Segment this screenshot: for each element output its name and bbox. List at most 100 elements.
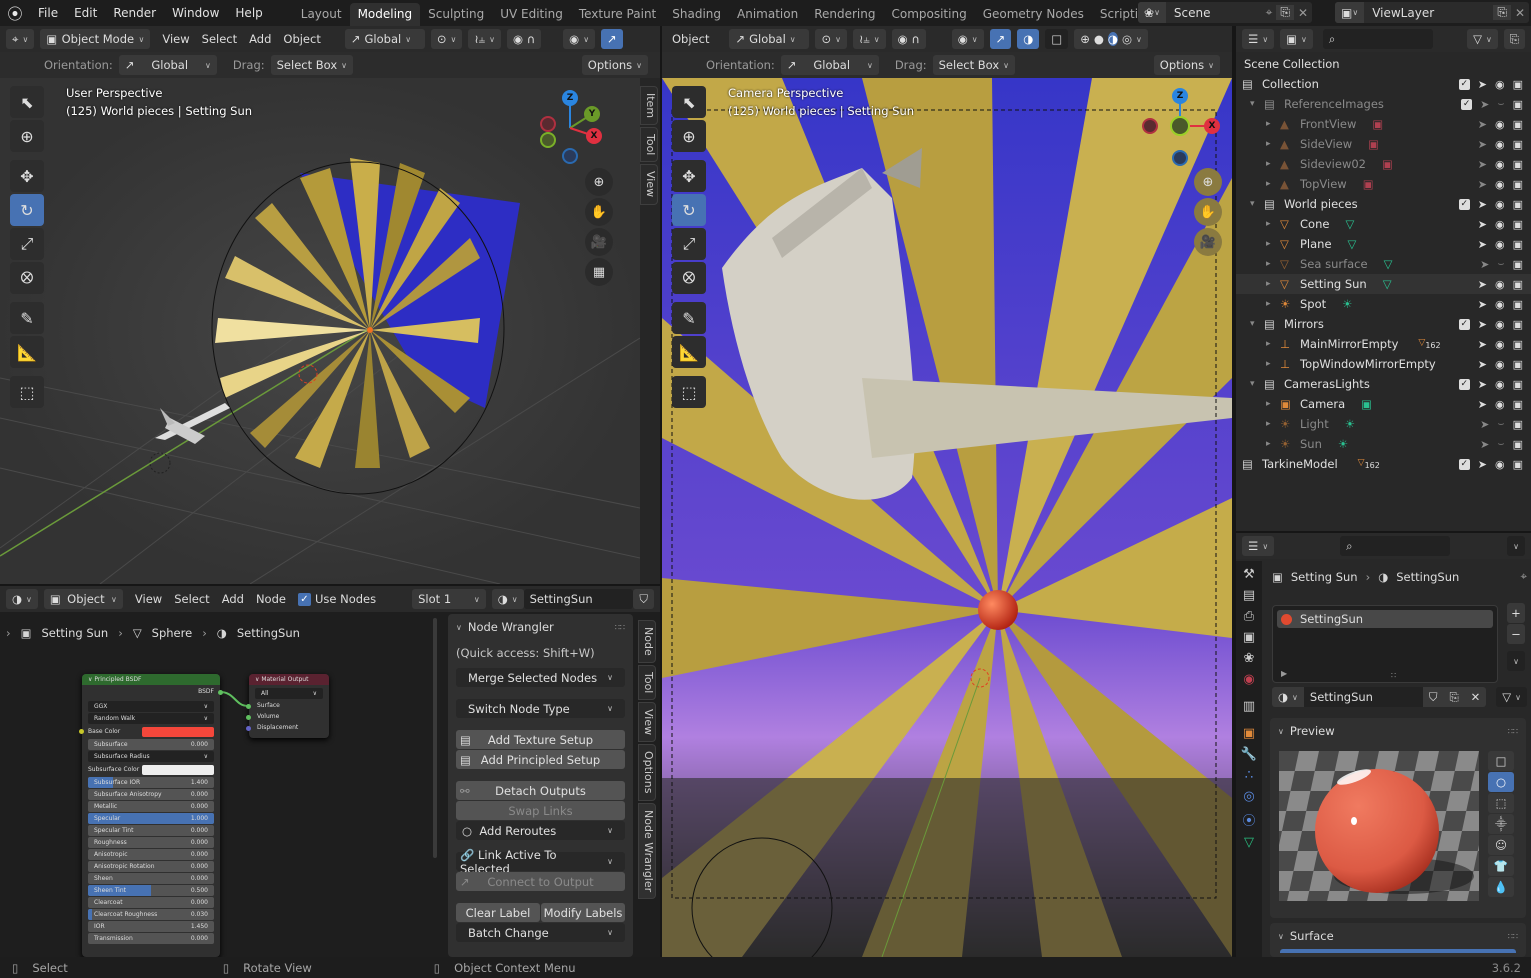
- use-nodes-checkbox[interactable]: ✓ Use Nodes: [297, 592, 376, 606]
- view-layer-tab-icon[interactable]: ▣: [1243, 630, 1255, 645]
- slot-specials-button[interactable]: ∨: [1507, 651, 1525, 671]
- eye-icon[interactable]: ◉: [1495, 278, 1505, 291]
- input-socket[interactable]: [246, 715, 251, 720]
- image-data-icon[interactable]: ▣: [1372, 117, 1383, 131]
- light-data-icon[interactable]: ☀: [1342, 297, 1352, 311]
- outliner-item-name[interactable]: Sea surface: [1300, 257, 1368, 271]
- pan-hand-icon[interactable]: ✋: [1194, 198, 1222, 226]
- expand-icon[interactable]: ▶: [1281, 669, 1287, 678]
- gizmo-z-axis[interactable]: Z: [562, 90, 578, 106]
- tab-node-wrangler[interactable]: Node Wrangler: [638, 802, 656, 899]
- exclude-checkbox[interactable]: ✓: [1458, 318, 1470, 330]
- modify-labels-button[interactable]: Modify Labels: [541, 903, 625, 922]
- tab-tool[interactable]: Tool: [640, 127, 658, 163]
- eye-closed-icon[interactable]: ⌣: [1497, 417, 1504, 431]
- bsdf-field[interactable]: Anisotropic 0.000: [88, 849, 214, 860]
- eye-icon[interactable]: ◉: [1495, 378, 1505, 391]
- view-layer-filter-button[interactable]: ▣ ∨: [1280, 29, 1313, 49]
- gizmo-toggle-button-right[interactable]: ↗: [989, 29, 1012, 49]
- menu-view[interactable]: View: [135, 592, 162, 606]
- menu-view[interactable]: View: [162, 32, 189, 46]
- outliner-item-name[interactable]: Light: [1300, 417, 1329, 431]
- remove-slot-button[interactable]: −: [1507, 624, 1525, 644]
- rendered-shading-icon[interactable]: ◎: [1122, 32, 1132, 46]
- new-view-layer-icon[interactable]: ⎘: [1493, 5, 1511, 20]
- gizmo-toggle-button[interactable]: ↗: [601, 29, 623, 49]
- wireframe-shading-icon[interactable]: ⊕: [1080, 32, 1090, 46]
- render-camera-icon[interactable]: ▣: [1513, 358, 1523, 371]
- material-slot-item[interactable]: SettingSun: [1277, 610, 1493, 628]
- selectable-icon[interactable]: ➤: [1480, 438, 1489, 451]
- tab-layout[interactable]: Layout: [293, 3, 350, 26]
- eye-icon[interactable]: ◉: [1495, 218, 1505, 231]
- eye-icon[interactable]: ◉: [1495, 398, 1505, 411]
- bsdf-field[interactable]: Clearcoat Roughness 0.030: [88, 909, 214, 920]
- image-data-icon[interactable]: ▣: [1363, 177, 1374, 191]
- new-scene-icon[interactable]: ⎘: [1276, 5, 1294, 20]
- slot-dropdown[interactable]: Slot 1 ∨: [412, 589, 486, 609]
- exclude-checkbox[interactable]: ✓: [1458, 378, 1470, 390]
- tab-animation[interactable]: Animation: [729, 3, 806, 26]
- material-name-field[interactable]: SettingSun: [523, 589, 634, 609]
- child-count-badge[interactable]: ▽162: [1418, 338, 1440, 350]
- gizmo-y-axis[interactable]: Y: [584, 106, 600, 122]
- visibility-button[interactable]: ◉ ∨: [563, 29, 596, 49]
- outliner-row[interactable]: ▸ ▲ FrontView ▣ ➤ ◉ ▣: [1236, 114, 1531, 134]
- bsdf-field[interactable]: Anisotropic Rotation 0.000: [88, 861, 214, 872]
- preview-monkey-icon[interactable]: ☺: [1488, 835, 1514, 855]
- exclude-checkbox[interactable]: ✓: [1458, 458, 1470, 470]
- blender-logo-icon[interactable]: ⦿: [0, 3, 30, 24]
- outliner-item-name[interactable]: FrontView: [1300, 117, 1356, 131]
- expand-icon[interactable]: ▸: [1266, 299, 1280, 309]
- scene-selector[interactable]: ❀ ∨ Scene ⌖ ⎘ ✕: [1138, 2, 1312, 23]
- selectable-icon[interactable]: ➤: [1478, 218, 1487, 231]
- cursor-tool[interactable]: ⊕: [672, 120, 706, 152]
- camera-data-icon[interactable]: ▣: [1361, 397, 1372, 411]
- tool-tab-icon[interactable]: ⚒: [1243, 567, 1255, 582]
- selectable-icon[interactable]: ➤: [1478, 198, 1487, 211]
- distribution-dropdown[interactable]: GGX ∨: [88, 701, 214, 712]
- bsdf-field[interactable]: Specular Tint 0.000: [88, 825, 214, 836]
- scene-collection-row[interactable]: Scene Collection: [1236, 54, 1531, 74]
- menu-help[interactable]: Help: [227, 6, 270, 20]
- tab-shading[interactable]: Shading: [664, 3, 729, 26]
- render-camera-icon[interactable]: ▣: [1513, 398, 1523, 411]
- viewport-left[interactable]: ⬉ ⊕ ✥ ↻ ⤢ ⭙ ✎ 📐 ⬚ User Perspective (125)…: [0, 78, 660, 584]
- expand-icon[interactable]: ▸: [1266, 279, 1280, 289]
- view-layer-icon[interactable]: ▣ ∨: [1335, 2, 1365, 23]
- outliner-item-name[interactable]: CamerasLights: [1284, 377, 1370, 391]
- pan-hand-icon[interactable]: ✋: [585, 198, 613, 226]
- eye-icon[interactable]: ◉: [1495, 238, 1505, 251]
- new-collection-button[interactable]: ⎘: [1503, 29, 1525, 49]
- mesh-data-icon[interactable]: ▽: [1383, 277, 1392, 291]
- snap-button-right[interactable]: ≀⫨ ∨: [852, 29, 886, 49]
- subsurface-color-swatch[interactable]: [142, 764, 214, 775]
- input-socket[interactable]: [79, 729, 84, 734]
- tab-view[interactable]: View: [638, 702, 656, 743]
- select-box-tool[interactable]: ⬉: [10, 86, 44, 118]
- render-camera-icon[interactable]: ▣: [1513, 418, 1523, 431]
- bsdf-field[interactable]: Clearcoat 0.000: [88, 897, 214, 908]
- eye-icon[interactable]: ◉: [1495, 358, 1505, 371]
- outliner-row[interactable]: ▤ TarkineModel ▽162 ✓ ➤ ◉ ▣: [1236, 454, 1531, 474]
- drag-handle-icon[interactable]: ∷∷: [615, 623, 625, 632]
- link-type-button[interactable]: ▽ ∨: [1496, 687, 1527, 707]
- outliner-row[interactable]: ▸ ▽ Plane ▽ ➤ ◉ ▣: [1236, 234, 1531, 254]
- drag-dropdown-right[interactable]: Select Box ∨: [932, 55, 1015, 75]
- eye-closed-icon[interactable]: ⌣: [1497, 437, 1504, 451]
- editor-type-button[interactable]: ☰ ∨: [1242, 536, 1275, 556]
- cursor-tool[interactable]: ⊕: [10, 120, 44, 152]
- outliner-item-name[interactable]: Camera: [1300, 397, 1345, 411]
- batch-change-dropdown[interactable]: Batch Change ∨: [456, 923, 625, 942]
- preview-header[interactable]: ∨ Preview ∷∷: [1270, 718, 1526, 744]
- camera-view-icon[interactable]: 🎥: [585, 228, 613, 256]
- shading-modes[interactable]: ⊕ ● ◑ ◎ ∨: [1074, 29, 1148, 49]
- tab-sculpting[interactable]: Sculpting: [420, 3, 492, 26]
- duplicate-material-icon[interactable]: ⎘: [1443, 687, 1465, 707]
- tab-options[interactable]: Options: [638, 744, 656, 801]
- render-camera-icon[interactable]: ▣: [1513, 298, 1523, 311]
- selectable-icon[interactable]: ➤: [1478, 458, 1487, 471]
- outliner-item-name[interactable]: Mirrors: [1284, 317, 1324, 331]
- shader-type-dropdown[interactable]: ▣ Object ∨: [43, 589, 123, 609]
- options-chevron[interactable]: ∨: [1507, 536, 1525, 556]
